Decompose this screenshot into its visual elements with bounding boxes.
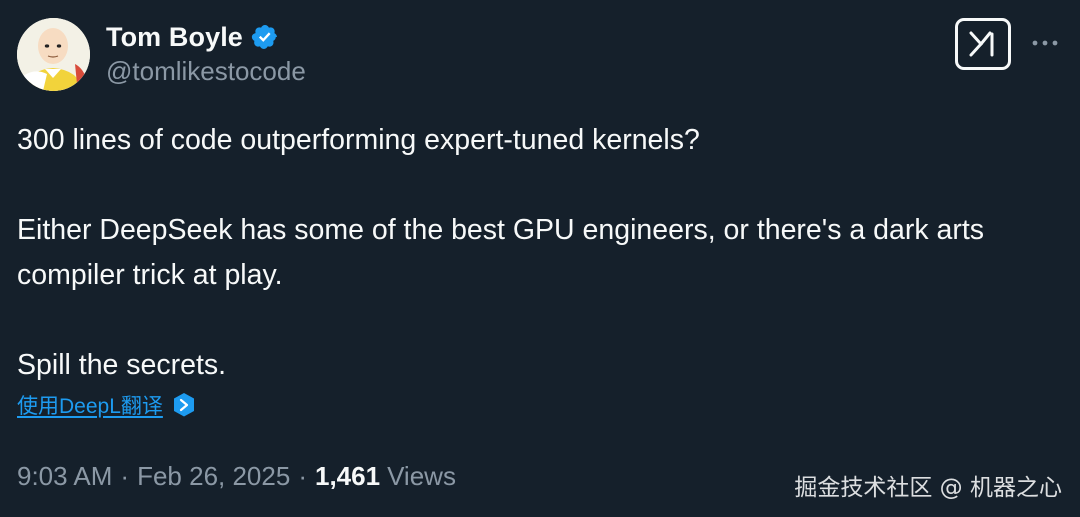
meta-separator: · <box>120 460 130 491</box>
verified-badge-icon <box>251 23 279 51</box>
translate-label[interactable]: 使用DeepL翻译 <box>17 390 163 420</box>
avatar[interactable] <box>17 18 90 91</box>
author-name-row: Tom Boyle <box>106 20 279 54</box>
deepl-icon[interactable] <box>172 392 196 418</box>
tweet-date[interactable]: Feb 26, 2025 <box>137 461 290 492</box>
author-handle[interactable]: @tomlikestocode <box>106 56 306 87</box>
tweet-paragraph: Either DeepSeek has some of the best GPU… <box>17 214 985 291</box>
tweet-paragraph: 300 lines of code outperforming expert-t… <box>17 124 700 156</box>
tweet-text: 300 lines of code outperforming expert-t… <box>17 118 1047 388</box>
more-options-icon[interactable] <box>1030 28 1060 58</box>
author-display-name[interactable]: Tom Boyle <box>106 22 243 53</box>
tweet-paragraph: Spill the secrets. <box>17 349 227 381</box>
tweet-time[interactable]: 9:03 AM <box>17 461 112 492</box>
tweet-meta: 9:03 AM · Feb 26, 2025 · 1,461 Views <box>17 458 456 494</box>
meta-separator: · <box>298 460 307 491</box>
views-count: 1,461 <box>314 460 381 491</box>
views-label: Views <box>387 460 456 491</box>
avatar-illustration <box>17 18 90 91</box>
translate-link[interactable]: 使用DeepL翻译 <box>17 389 196 421</box>
tweet-card: Tom Boyle @tomlikestocode 300 lines of c… <box>0 0 1080 517</box>
x-logo-icon[interactable] <box>955 18 1011 70</box>
watermark: 掘金技术社区 @ 机器之心 <box>794 475 1062 501</box>
